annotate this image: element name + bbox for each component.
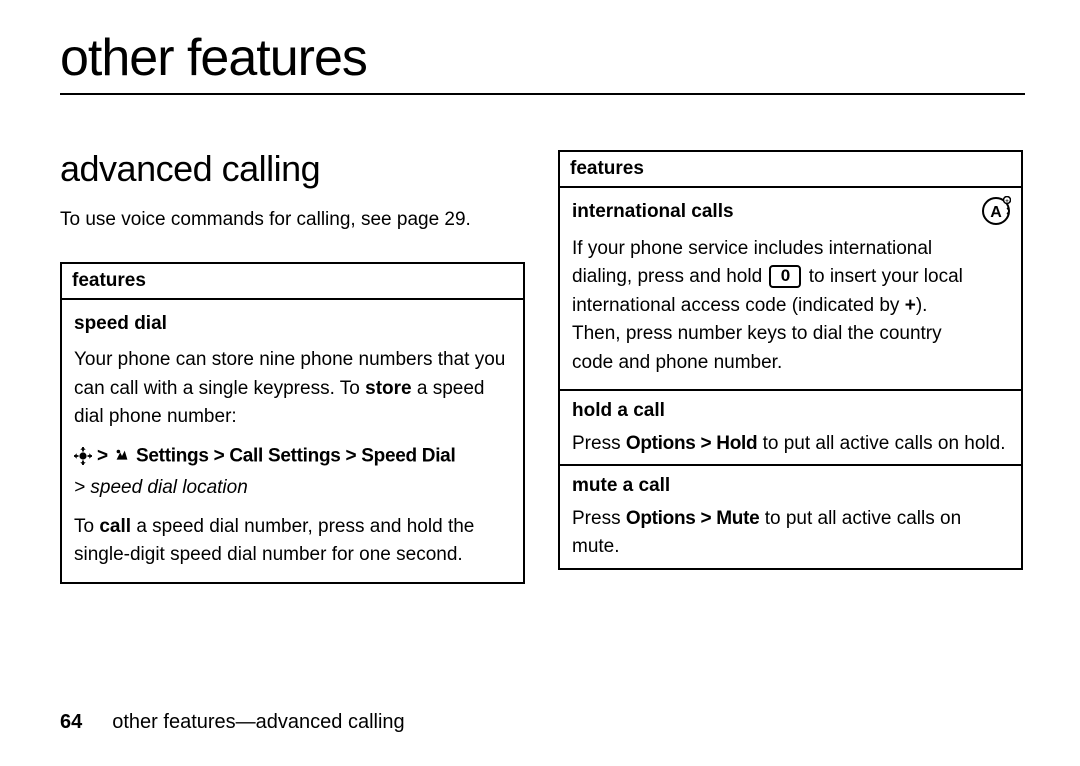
footer-text: other features—advanced calling	[112, 711, 404, 733]
features-table-left: features speed dial Your phone can store…	[60, 262, 525, 584]
title-divider	[60, 93, 1025, 95]
nav-gt1: >	[92, 445, 113, 466]
international-calls-title: international calls	[572, 198, 973, 227]
network-feature-icon: A +	[981, 196, 1011, 236]
hold-text-c: to put all active calls on hold.	[757, 433, 1005, 454]
features-header: features	[61, 263, 524, 299]
speed-dial-title: speed dial	[74, 310, 511, 339]
nav-center-key-icon	[74, 442, 92, 471]
hold-a-call-cell: hold a call Press Options > Hold to put …	[559, 390, 1022, 465]
speed-dial-cell: speed dial Your phone can store nine pho…	[61, 299, 524, 583]
nav-sub-text: > speed dial location	[74, 474, 511, 503]
speed-dial-text-1b: store	[365, 378, 411, 399]
svg-text:A: A	[990, 204, 1002, 221]
section-title: advanced calling	[60, 150, 525, 188]
page-footer: 64 other features—advanced calling	[60, 711, 405, 734]
hold-text-a: Press	[572, 433, 626, 454]
section-intro: To use voice commands for calling, see p…	[60, 206, 525, 234]
hold-text-b: Options > Hold	[626, 433, 757, 454]
hold-a-call-title: hold a call	[572, 397, 1009, 426]
features-table-right: features international calls A +	[558, 150, 1023, 570]
svg-text:+: +	[1005, 199, 1009, 205]
mute-text-b: Options > Mute	[626, 508, 760, 529]
speed-dial-text-2b: call	[99, 516, 131, 537]
page-title: other features	[60, 30, 1025, 87]
nav-settings-icon	[113, 442, 131, 471]
page-number: 64	[60, 711, 82, 733]
nav-path-text: Settings > Call Settings > Speed Dial	[136, 445, 455, 466]
intl-plus: +	[905, 295, 916, 316]
international-calls-cell: international calls A + If your phone se…	[559, 187, 1022, 390]
speed-dial-text-2a: To	[74, 516, 99, 537]
mute-text-a: Press	[572, 508, 626, 529]
mute-a-call-cell: mute a call Press Options > Mute to put …	[559, 465, 1022, 569]
speed-dial-text-2c: a speed dial number, press and hold the …	[74, 516, 474, 566]
zero-keycap: 0	[769, 265, 801, 288]
mute-a-call-title: mute a call	[572, 472, 1009, 501]
features-header-right: features	[559, 151, 1022, 187]
